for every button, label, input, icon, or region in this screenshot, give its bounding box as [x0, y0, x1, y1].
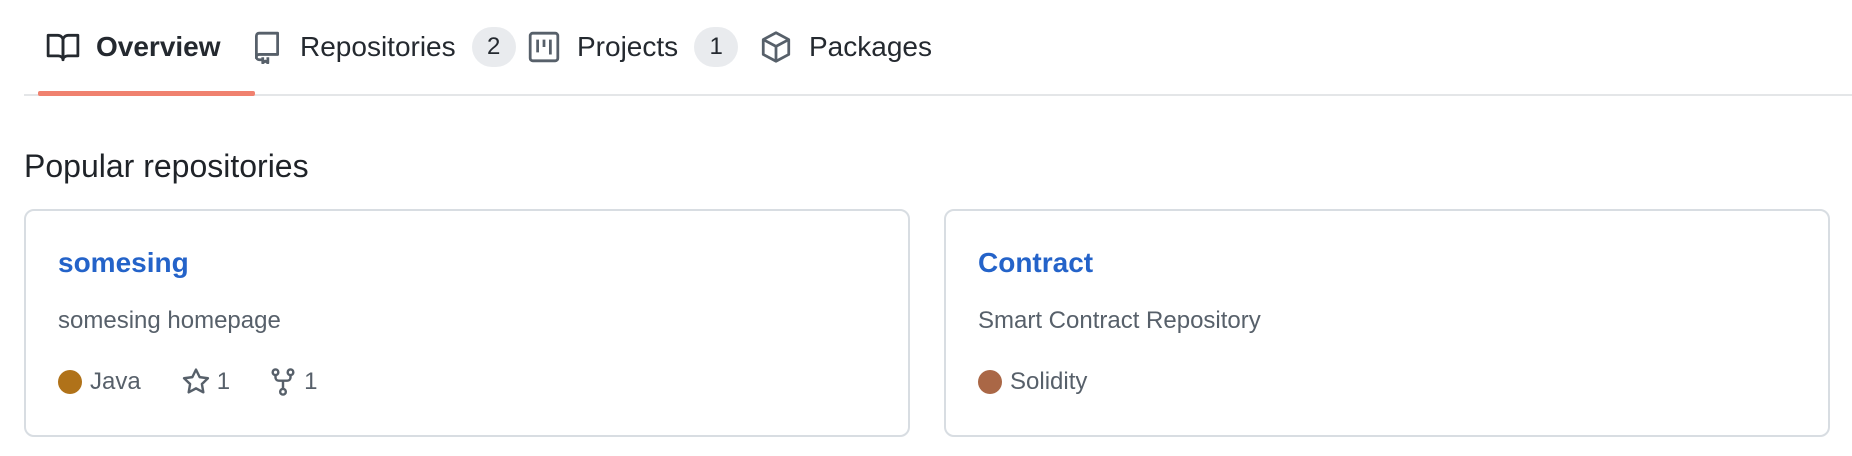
- repo-meta: Java 1 1: [58, 367, 355, 397]
- package-icon: [759, 30, 793, 64]
- fork-icon: [271, 368, 295, 396]
- repositories-count-badge: 2: [471, 27, 516, 67]
- project-icon: [527, 30, 561, 64]
- language-color-dot: [978, 370, 1002, 394]
- repo-link-somesing[interactable]: somesing: [58, 247, 189, 279]
- repo-card-somesing: somesing somesing homepage Java 1 1: [24, 209, 910, 437]
- tab-overview[interactable]: Overview: [38, 0, 254, 96]
- tab-packages-label: Packages: [809, 31, 932, 62]
- repo-language: Java: [58, 368, 141, 396]
- repo-link-contract[interactable]: Contract: [978, 247, 1093, 279]
- tab-packages[interactable]: Packages: [759, 0, 932, 94]
- repo-stars-link[interactable]: 1: [181, 367, 230, 397]
- projects-count-badge: 1: [694, 27, 739, 67]
- repo-language-label: Solidity: [1010, 368, 1088, 395]
- popular-repositories-heading: Popular repositories: [24, 148, 309, 184]
- repo-meta: Solidity: [978, 367, 1127, 397]
- repo-language-label: Java: [90, 368, 141, 395]
- star-icon: [182, 368, 209, 394]
- book-icon: [46, 30, 80, 64]
- repo-card-contract: Contract Smart Contract Repository Solid…: [944, 209, 1830, 437]
- profile-tab-nav: Overview Repositories 2 Projects 1 Packa…: [24, 0, 1852, 96]
- tab-repositories[interactable]: Repositories 2: [250, 0, 516, 94]
- repo-description: Smart Contract Repository: [978, 307, 1261, 334]
- repo-description: somesing homepage: [58, 307, 281, 334]
- repo-icon: [250, 30, 284, 64]
- language-color-dot: [58, 370, 82, 394]
- repo-forks-count: 1: [304, 368, 318, 395]
- repo-stars-count: 1: [216, 368, 231, 395]
- tab-repositories-label: Repositories: [300, 31, 456, 62]
- repo-forks-link[interactable]: 1: [268, 367, 317, 397]
- repo-language: Solidity: [978, 368, 1087, 396]
- tab-projects[interactable]: Projects 1: [527, 0, 739, 94]
- tab-projects-label: Projects: [577, 31, 679, 62]
- tab-overview-label: Overview: [96, 31, 221, 62]
